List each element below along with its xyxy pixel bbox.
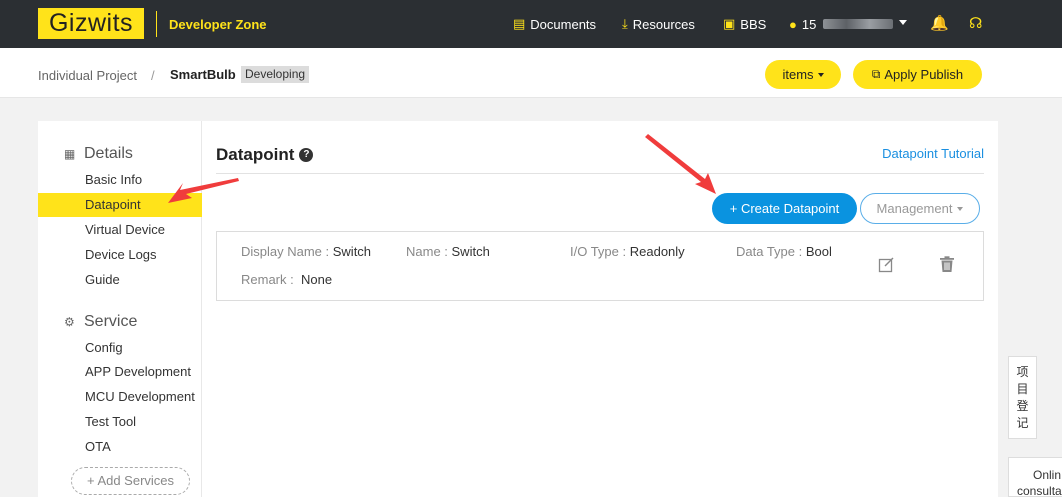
io-type-label: I/O Type : [570, 244, 630, 259]
breadcrumb-current: SmartBulb [170, 67, 236, 82]
field-data-type: Data Type : Bool [736, 244, 832, 259]
nav-resources-label: Resources [632, 16, 695, 32]
data-type-label: Data Type : [736, 244, 806, 259]
user-menu-caret-icon[interactable] [899, 20, 907, 25]
nav-resources[interactable]: ⤓ Resources [622, 16, 695, 32]
sidebar-section-service: ⚙ Service [64, 313, 137, 331]
logo-divider [156, 11, 157, 37]
question-icon[interactable]: ? [299, 148, 314, 162]
document-icon: ▤ [513, 16, 526, 31]
developer-zone-label[interactable]: Developer Zone [169, 17, 267, 32]
apply-publish-button[interactable]: ⧉ Apply Publish [853, 60, 982, 89]
management-dropdown-button[interactable]: Management [860, 193, 980, 224]
sidebar-section-details: ▦ Details [64, 145, 133, 163]
sidebar-item-config[interactable]: Config [38, 336, 202, 360]
sidebar-item-virtual-device[interactable]: Virtual Device [38, 218, 202, 242]
project-register-tab[interactable]: 项 目 登 记 [1008, 356, 1037, 439]
sidebar: ▦ Details Basic Info Datapoint Virtual D… [38, 121, 202, 497]
user-menu[interactable]: ● 15 [789, 16, 894, 32]
content-card: ▦ Details Basic Info Datapoint Virtual D… [38, 121, 998, 497]
add-services-button[interactable]: + Add Services [71, 467, 190, 495]
blurred-user-id [823, 19, 894, 29]
display-name-label: Display Name : [241, 244, 333, 259]
management-label: Management [876, 201, 953, 216]
sidebar-item-app-development[interactable]: APP Development [38, 360, 202, 384]
breadcrumb-separator: / [151, 68, 155, 83]
field-name: Name : Switch [406, 244, 490, 259]
register-char-1: 项 [1016, 364, 1029, 379]
nav-documents[interactable]: ▤ Documents [513, 16, 596, 32]
sidebar-item-datapoint[interactable]: Datapoint [38, 193, 202, 217]
edit-icon[interactable] [878, 256, 895, 278]
online-line-2: consulta [1017, 484, 1062, 497]
headset-icon[interactable]: ☊ [969, 14, 982, 32]
remark-value: None [300, 272, 333, 287]
details-heading: Details [84, 145, 133, 162]
field-display-name: Display Name : Switch [241, 244, 371, 259]
datapoint-panel: Datapoint ? Datapoint Tutorial + Create … [203, 121, 998, 497]
trash-icon[interactable] [939, 256, 955, 278]
status-badge: Developing [241, 66, 310, 83]
sidebar-item-basic-info[interactable]: Basic Info [38, 168, 202, 192]
download-icon: ⤓ [622, 16, 628, 31]
chevron-down-icon [817, 72, 824, 77]
grid-icon: ▦ [64, 147, 76, 161]
name-label: Name : [406, 244, 452, 259]
online-consultation-tab[interactable]: Onlin consulta [1008, 457, 1062, 497]
breadcrumb-parent[interactable]: Individual Project [38, 68, 137, 83]
items-dropdown-button[interactable]: items [765, 60, 841, 89]
nav-documents-label: Documents [530, 16, 597, 32]
title-divider [216, 173, 984, 174]
sidebar-item-guide[interactable]: Guide [38, 268, 202, 292]
nav-bbs[interactable]: ▣ BBS [723, 16, 766, 32]
register-char-2: 目 [1016, 381, 1029, 396]
page-title-text: Datapoint [216, 145, 295, 164]
sidebar-item-ota[interactable]: OTA [38, 435, 202, 459]
user-id-prefix: 15 [801, 16, 817, 32]
external-link-icon: ⧉ [871, 67, 881, 81]
online-line-1: Onlin [1033, 468, 1062, 482]
display-name-value: Switch [332, 244, 372, 259]
bell-icon[interactable]: 🔔 [930, 14, 949, 32]
items-button-label: items [782, 67, 814, 82]
sidebar-item-test-tool[interactable]: Test Tool [38, 410, 202, 434]
nav-bbs-label: BBS [740, 16, 767, 32]
service-heading: Service [84, 313, 138, 330]
sidebar-item-device-logs[interactable]: Device Logs [38, 243, 202, 267]
page-title: Datapoint ? [216, 145, 314, 165]
remark-label: Remark : [241, 272, 301, 287]
field-remark: Remark : None [241, 272, 332, 287]
user-icon: ● [789, 16, 797, 32]
io-type-value: Readonly [629, 244, 685, 259]
project-header: Individual Project / SmartBulb Developin… [0, 48, 1062, 98]
top-navbar: Gizwits Developer Zone ▤ Documents ⤓ Res… [0, 0, 1062, 48]
create-datapoint-button[interactable]: + Create Datapoint [712, 193, 857, 224]
field-io-type: I/O Type : Readonly [570, 244, 685, 259]
datapoint-row: Display Name : Switch Name : Switch I/O … [216, 231, 984, 301]
name-value: Switch [451, 244, 490, 259]
gizwits-logo[interactable]: Gizwits [38, 8, 144, 39]
datapoint-tutorial-link[interactable]: Datapoint Tutorial [882, 146, 984, 161]
register-char-4: 记 [1016, 415, 1029, 430]
gear-icon: ⚙ [64, 315, 75, 329]
apply-publish-label: Apply Publish [884, 67, 964, 82]
chat-icon: ▣ [723, 16, 736, 31]
sidebar-item-mcu-development[interactable]: MCU Development [38, 385, 202, 409]
chevron-down-icon [957, 206, 964, 211]
register-char-3: 登 [1016, 398, 1029, 413]
data-type-value: Bool [805, 244, 832, 259]
